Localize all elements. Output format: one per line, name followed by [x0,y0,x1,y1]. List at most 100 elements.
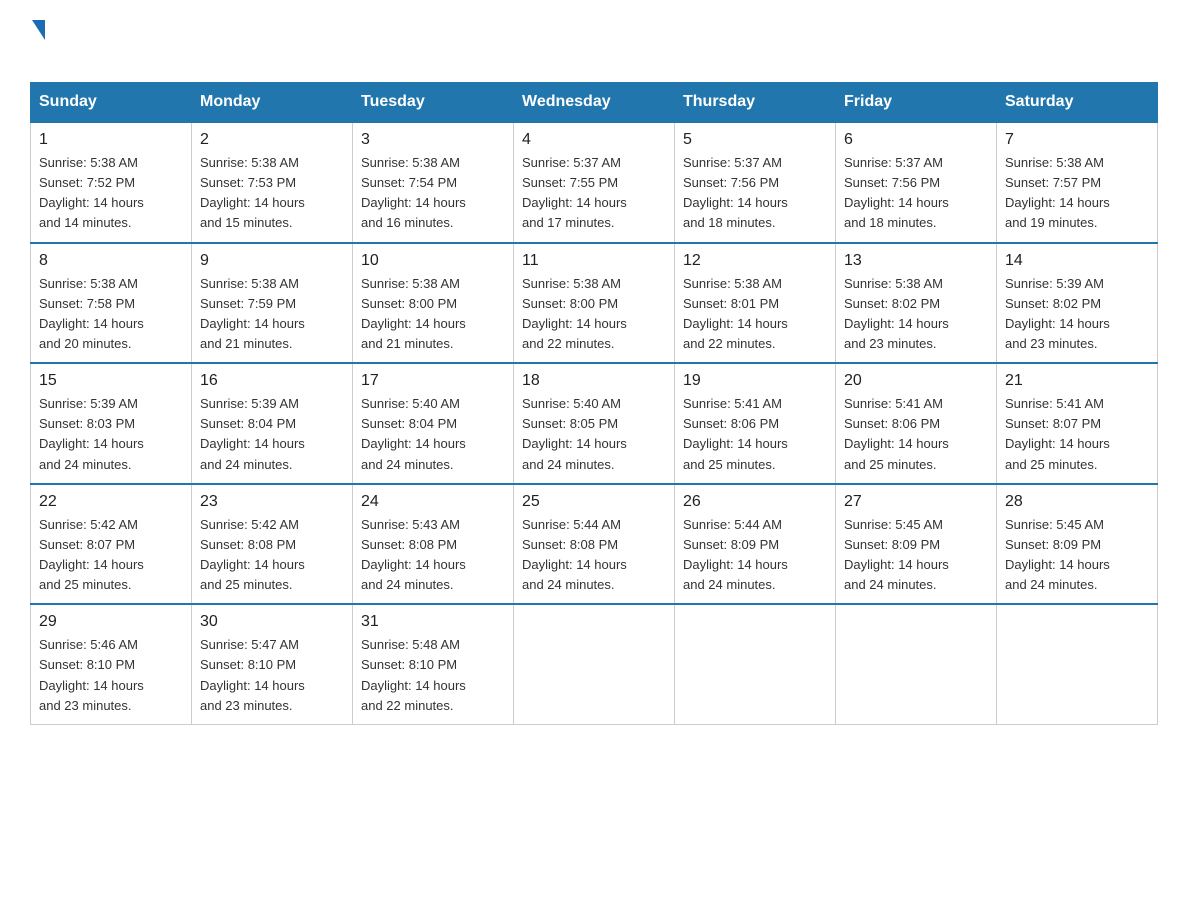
col-header-wednesday: Wednesday [514,83,675,123]
logo [30,20,45,72]
day-detail: Sunrise: 5:45 AMSunset: 8:09 PMDaylight:… [1005,515,1149,596]
day-detail: Sunrise: 5:38 AMSunset: 7:58 PMDaylight:… [39,274,183,355]
day-number: 14 [1005,252,1149,270]
day-detail: Sunrise: 5:37 AMSunset: 7:56 PMDaylight:… [844,153,988,234]
calendar-cell: 22 Sunrise: 5:42 AMSunset: 8:07 PMDayligh… [31,484,192,605]
day-number: 7 [1005,131,1149,149]
logo-triangle-icon [32,20,45,40]
day-detail: Sunrise: 5:38 AMSunset: 7:59 PMDaylight:… [200,274,344,355]
calendar-week-row: 8 Sunrise: 5:38 AMSunset: 7:58 PMDaylight… [31,243,1158,364]
calendar-cell: 28 Sunrise: 5:45 AMSunset: 8:09 PMDayligh… [997,484,1158,605]
calendar-cell [514,604,675,724]
day-detail: Sunrise: 5:44 AMSunset: 8:09 PMDaylight:… [683,515,827,596]
day-detail: Sunrise: 5:48 AMSunset: 8:10 PMDaylight:… [361,635,505,716]
calendar-week-row: 29 Sunrise: 5:46 AMSunset: 8:10 PMDayligh… [31,604,1158,724]
day-number: 5 [683,131,827,149]
calendar-cell: 7 Sunrise: 5:38 AMSunset: 7:57 PMDaylight… [997,122,1158,243]
day-detail: Sunrise: 5:47 AMSunset: 8:10 PMDaylight:… [200,635,344,716]
day-detail: Sunrise: 5:38 AMSunset: 7:53 PMDaylight:… [200,153,344,234]
calendar-cell: 16Sunrise: 5:39 AMSunset: 8:04 PMDayligh… [192,363,353,484]
calendar-cell: 19Sunrise: 5:41 AMSunset: 8:06 PMDayligh… [675,363,836,484]
calendar-cell: 11 Sunrise: 5:38 AMSunset: 8:00 PMDayligh… [514,243,675,364]
day-number: 8 [39,252,183,270]
calendar-cell: 2 Sunrise: 5:38 AMSunset: 7:53 PMDaylight… [192,122,353,243]
calendar-cell: 23 Sunrise: 5:42 AMSunset: 8:08 PMDayligh… [192,484,353,605]
day-detail: Sunrise: 5:45 AMSunset: 8:09 PMDaylight:… [844,515,988,596]
day-detail: Sunrise: 5:38 AMSunset: 8:02 PMDaylight:… [844,274,988,355]
day-detail: Sunrise: 5:41 AMSunset: 8:06 PMDaylight:… [844,394,988,475]
day-number: 1 [39,131,183,149]
calendar-cell: 24 Sunrise: 5:43 AMSunset: 8:08 PMDayligh… [353,484,514,605]
day-number: 9 [200,252,344,270]
calendar-cell: 8 Sunrise: 5:38 AMSunset: 7:58 PMDaylight… [31,243,192,364]
calendar-cell: 29 Sunrise: 5:46 AMSunset: 8:10 PMDayligh… [31,604,192,724]
day-number: 22 [39,493,183,511]
calendar-cell [836,604,997,724]
day-detail: Sunrise: 5:38 AMSunset: 8:01 PMDaylight:… [683,274,827,355]
calendar-cell: 12 Sunrise: 5:38 AMSunset: 8:01 PMDayligh… [675,243,836,364]
calendar-header-row: SundayMondayTuesdayWednesdayThursdayFrid… [31,83,1158,123]
day-number: 29 [39,613,183,631]
day-number: 12 [683,252,827,270]
day-number: 13 [844,252,988,270]
col-header-saturday: Saturday [997,83,1158,123]
day-detail: Sunrise: 5:42 AMSunset: 8:07 PMDaylight:… [39,515,183,596]
calendar-cell: 27 Sunrise: 5:45 AMSunset: 8:09 PMDayligh… [836,484,997,605]
col-header-friday: Friday [836,83,997,123]
day-number: 2 [200,131,344,149]
calendar-cell [675,604,836,724]
day-detail: Sunrise: 5:42 AMSunset: 8:08 PMDaylight:… [200,515,344,596]
page-header [30,20,1158,72]
calendar-cell: 6 Sunrise: 5:37 AMSunset: 7:56 PMDaylight… [836,122,997,243]
day-detail: Sunrise: 5:38 AMSunset: 7:52 PMDaylight:… [39,153,183,234]
day-number: 17 [361,372,505,390]
day-detail: Sunrise: 5:40 AMSunset: 8:04 PMDaylight:… [361,394,505,475]
day-number: 6 [844,131,988,149]
day-number: 25 [522,493,666,511]
calendar-cell: 15 Sunrise: 5:39 AMSunset: 8:03 PMDayligh… [31,363,192,484]
day-number: 10 [361,252,505,270]
day-detail: Sunrise: 5:39 AMSunset: 8:02 PMDaylight:… [1005,274,1149,355]
calendar-cell: 9 Sunrise: 5:38 AMSunset: 7:59 PMDaylight… [192,243,353,364]
day-number: 26 [683,493,827,511]
calendar-cell: 5Sunrise: 5:37 AMSunset: 7:56 PMDaylight… [675,122,836,243]
calendar-cell: 20 Sunrise: 5:41 AMSunset: 8:06 PMDayligh… [836,363,997,484]
day-number: 20 [844,372,988,390]
day-detail: Sunrise: 5:38 AMSunset: 7:57 PMDaylight:… [1005,153,1149,234]
day-detail: Sunrise: 5:38 AMSunset: 8:00 PMDaylight:… [361,274,505,355]
day-number: 31 [361,613,505,631]
day-number: 11 [522,252,666,270]
calendar-cell: 4Sunrise: 5:37 AMSunset: 7:55 PMDaylight… [514,122,675,243]
day-detail: Sunrise: 5:38 AMSunset: 7:54 PMDaylight:… [361,153,505,234]
day-detail: Sunrise: 5:41 AMSunset: 8:07 PMDaylight:… [1005,394,1149,475]
calendar-cell: 17 Sunrise: 5:40 AMSunset: 8:04 PMDayligh… [353,363,514,484]
day-number: 28 [1005,493,1149,511]
calendar-cell [997,604,1158,724]
col-header-sunday: Sunday [31,83,192,123]
day-detail: Sunrise: 5:41 AMSunset: 8:06 PMDaylight:… [683,394,827,475]
calendar-cell: 10 Sunrise: 5:38 AMSunset: 8:00 PMDayligh… [353,243,514,364]
calendar-week-row: 22 Sunrise: 5:42 AMSunset: 8:07 PMDayligh… [31,484,1158,605]
day-detail: Sunrise: 5:46 AMSunset: 8:10 PMDaylight:… [39,635,183,716]
calendar-cell: 21Sunrise: 5:41 AMSunset: 8:07 PMDayligh… [997,363,1158,484]
day-number: 15 [39,372,183,390]
day-number: 3 [361,131,505,149]
day-detail: Sunrise: 5:38 AMSunset: 8:00 PMDaylight:… [522,274,666,355]
calendar-cell: 30Sunrise: 5:47 AMSunset: 8:10 PMDayligh… [192,604,353,724]
calendar-cell: 26 Sunrise: 5:44 AMSunset: 8:09 PMDayligh… [675,484,836,605]
day-number: 23 [200,493,344,511]
day-number: 16 [200,372,344,390]
calendar-cell: 18Sunrise: 5:40 AMSunset: 8:05 PMDayligh… [514,363,675,484]
col-header-thursday: Thursday [675,83,836,123]
day-detail: Sunrise: 5:40 AMSunset: 8:05 PMDaylight:… [522,394,666,475]
calendar-week-row: 15 Sunrise: 5:39 AMSunset: 8:03 PMDayligh… [31,363,1158,484]
day-number: 4 [522,131,666,149]
col-header-monday: Monday [192,83,353,123]
calendar-week-row: 1 Sunrise: 5:38 AMSunset: 7:52 PMDaylight… [31,122,1158,243]
day-detail: Sunrise: 5:43 AMSunset: 8:08 PMDaylight:… [361,515,505,596]
day-number: 27 [844,493,988,511]
day-detail: Sunrise: 5:39 AMSunset: 8:03 PMDaylight:… [39,394,183,475]
calendar-table: SundayMondayTuesdayWednesdayThursdayFrid… [30,82,1158,725]
day-number: 24 [361,493,505,511]
calendar-cell: 14 Sunrise: 5:39 AMSunset: 8:02 PMDayligh… [997,243,1158,364]
